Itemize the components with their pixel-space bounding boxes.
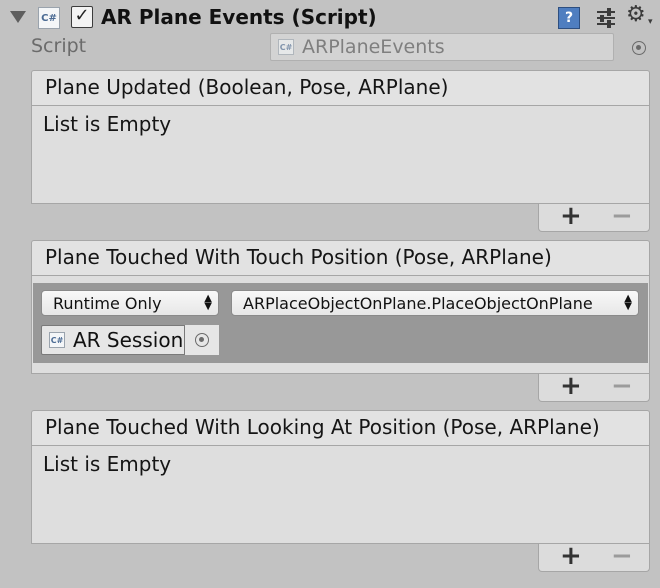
add-listener-button[interactable]: + bbox=[560, 201, 582, 231]
foldout-arrow-icon[interactable] bbox=[10, 11, 26, 23]
help-icon[interactable]: ? bbox=[558, 7, 580, 29]
component-title: AR Plane Events (Script) bbox=[101, 5, 377, 29]
event-title: Plane Updated (Boolean, Pose, ARPlane) bbox=[45, 75, 449, 99]
object-picker-button[interactable] bbox=[184, 325, 219, 355]
csharp-script-icon: C# bbox=[278, 39, 294, 55]
event-header-plane-touched-touch: Plane Touched With Touch Position (Pose,… bbox=[31, 240, 650, 276]
add-listener-button[interactable]: + bbox=[560, 541, 582, 571]
remove-listener-button[interactable]: − bbox=[611, 371, 633, 401]
list-empty-text: List is Empty bbox=[43, 112, 172, 136]
list-footer: + − bbox=[538, 201, 650, 232]
csharp-script-icon: C# bbox=[49, 332, 65, 348]
runtime-mode-dropdown[interactable]: Runtime Only ▲ ▼ bbox=[41, 290, 219, 316]
dropdown-arrows-icon: ▲ ▼ bbox=[624, 293, 632, 312]
dropdown-value: Runtime Only bbox=[53, 294, 162, 313]
remove-listener-button[interactable]: − bbox=[611, 541, 633, 571]
object-picker-icon bbox=[195, 333, 209, 347]
csharp-script-icon: C# bbox=[38, 7, 60, 29]
list-empty-text: List is Empty bbox=[43, 452, 172, 476]
list-footer: + − bbox=[538, 541, 650, 572]
event-header-plane-updated: Plane Updated (Boolean, Pose, ARPlane) bbox=[31, 70, 650, 106]
list-footer: + − bbox=[538, 371, 650, 402]
dropdown-arrows-icon: ▲ ▼ bbox=[204, 293, 212, 312]
gear-icon[interactable]: ⚙ bbox=[626, 2, 646, 27]
script-label: Script bbox=[31, 35, 87, 57]
script-value: ARPlaneEvents bbox=[302, 36, 445, 58]
enabled-checkbox[interactable]: ✓ bbox=[71, 6, 93, 28]
function-dropdown[interactable]: ARPlaceObjectOnPlane.PlaceObjectOnPlane … bbox=[231, 290, 639, 316]
script-field: C# ARPlaneEvents bbox=[270, 33, 614, 61]
event-title: Plane Touched With Looking At Position (… bbox=[45, 415, 600, 439]
object-picker-icon[interactable] bbox=[632, 41, 646, 55]
remove-listener-button[interactable]: − bbox=[611, 201, 633, 231]
target-object-value: AR Session bbox=[73, 328, 184, 352]
presets-icon[interactable] bbox=[595, 7, 617, 29]
event-header-plane-touched-looking: Plane Touched With Looking At Position (… bbox=[31, 410, 650, 446]
event-list-plane-updated: List is Empty bbox=[31, 106, 650, 204]
chevron-down-icon: ▾ bbox=[648, 17, 653, 27]
event-title: Plane Touched With Touch Position (Pose,… bbox=[45, 245, 552, 269]
add-listener-button[interactable]: + bbox=[560, 371, 582, 401]
dropdown-value: ARPlaceObjectOnPlane.PlaceObjectOnPlane bbox=[243, 294, 593, 313]
event-list-plane-touched-looking: List is Empty bbox=[31, 446, 650, 544]
